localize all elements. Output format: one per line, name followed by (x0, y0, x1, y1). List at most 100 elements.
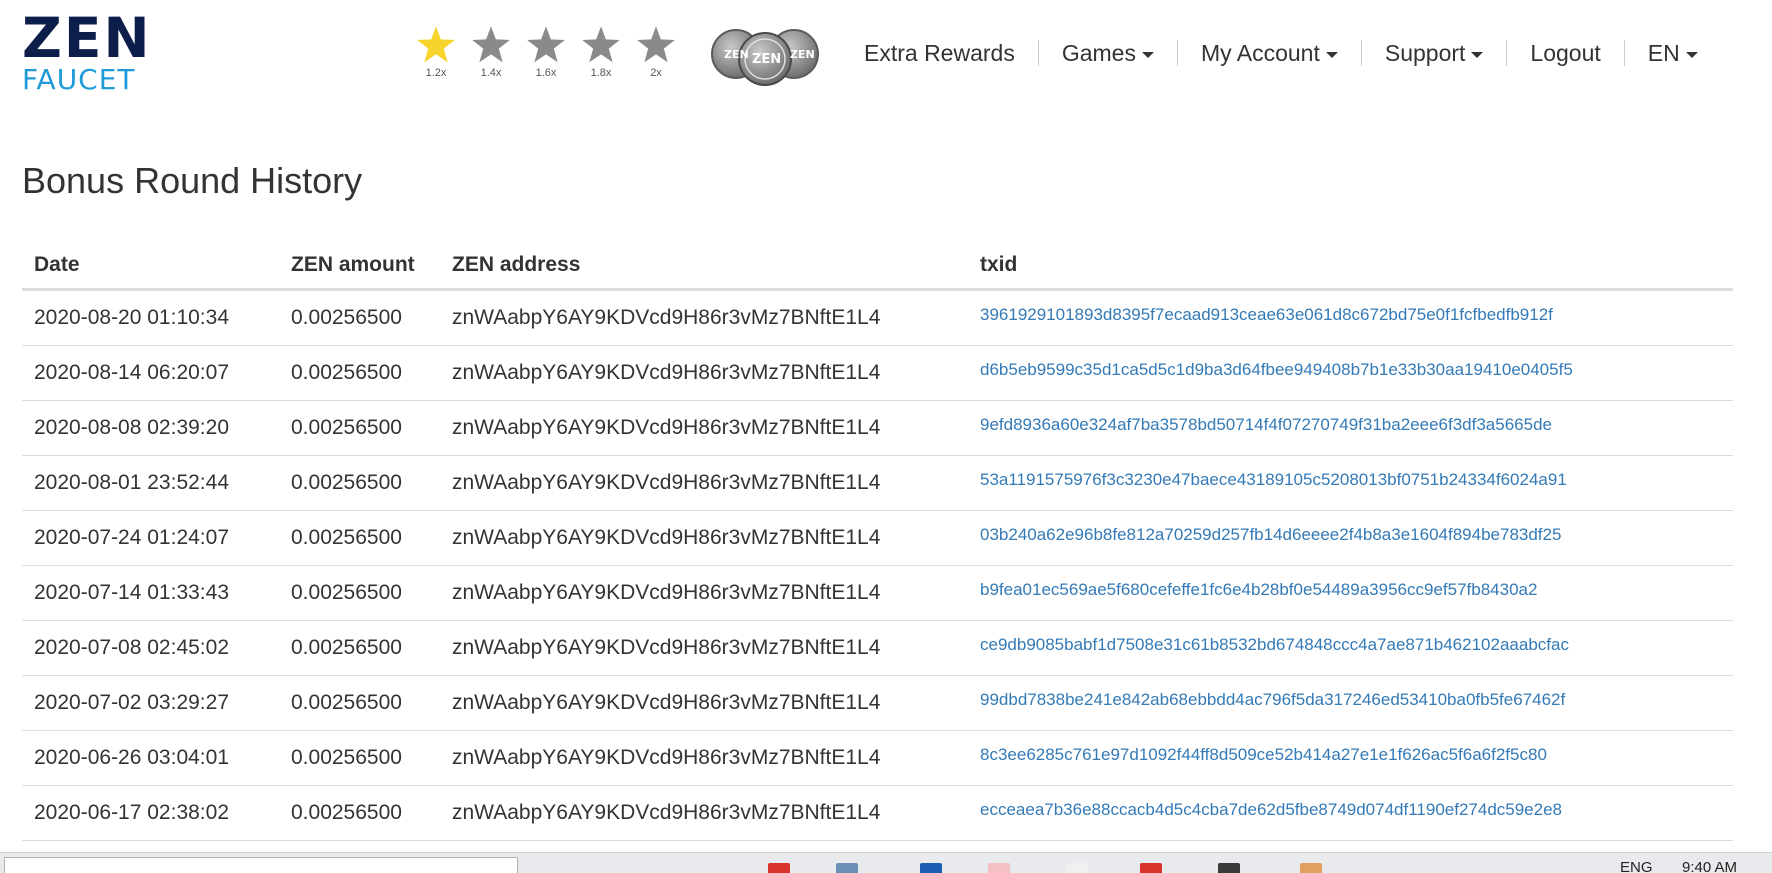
row-txid-cell: 03b240a62e96b8fe812a70259d257fb14d6eeee2… (968, 510, 1733, 566)
row-txid-cell: ce9db9085babf1d7508e31c61b8532bd674848cc… (968, 620, 1733, 676)
txid-link[interactable]: ce9db9085babf1d7508e31c61b8532bd674848cc… (980, 635, 1569, 654)
app-icon[interactable] (836, 863, 858, 873)
nav-language-dropdown[interactable]: EN (1625, 36, 1721, 70)
app-icon[interactable] (920, 863, 942, 873)
app-icon[interactable] (1066, 863, 1088, 873)
row-date: 2020-08-20 01:10:34 (22, 289, 279, 346)
nav-logout[interactable]: Logout (1507, 36, 1623, 70)
caret-down-icon (1325, 51, 1338, 58)
nav-my-account-dropdown[interactable]: My Account (1178, 36, 1361, 70)
txid-link[interactable]: ecceaea7b36e88ccacb4d5c4cba7de62d5fbe874… (980, 800, 1562, 819)
star-icon (637, 26, 675, 63)
row-txid-cell: 53a1191575976f3c3230e47baece43189105c520… (968, 455, 1733, 511)
zen-coins-icon: ZEN ZEN ZEN (710, 28, 820, 86)
star-icon (527, 26, 565, 63)
table-row: 2020-06-17 02:38:02 0.00256500 znWAabpY6AY… (22, 785, 1733, 841)
row-amount: 0.00256500 (279, 565, 440, 621)
txid-link[interactable]: 53a1191575976f3c3230e47baece43189105c520… (980, 470, 1567, 489)
table-row: 2020-06-26 03:04:01 0.00256500 znWAabpY6AY… (22, 730, 1733, 786)
main-nav: Extra Rewards Games My Account Support L… (860, 36, 1721, 70)
table-row: 2020-07-08 02:45:02 0.00256500 znWAabpY6AY… (22, 620, 1733, 676)
taskbar-search-box[interactable] (4, 857, 518, 873)
row-txid-cell: b9fea01ec569ae5f680cefeffe1fc6e4b28bf0e5… (968, 565, 1733, 621)
table-row: 2020-07-14 01:33:43 0.00256500 znWAabpY6AY… (22, 565, 1733, 621)
app-icon[interactable] (988, 863, 1010, 873)
row-address: znWAabpY6AY9KDVcd9H86r3vMz7BNftE1L4 (440, 620, 968, 676)
row-date: 2020-06-17 02:38:02 (22, 785, 279, 841)
table-row: 2020-08-08 02:39:20 0.00256500 znWAabpY6AY… (22, 400, 1733, 456)
nav-extra-rewards-label: Extra Rewards (864, 40, 1015, 66)
nav-logout-label: Logout (1530, 40, 1601, 66)
txid-link[interactable]: 03b240a62e96b8fe812a70259d257fb14d6eeee2… (980, 525, 1561, 544)
zen-faucet-logo[interactable]: ZEN FAUCET (22, 6, 152, 96)
multiplier-label: 2x (650, 67, 662, 79)
row-txid-cell: ecceaea7b36e88ccacb4d5c4cba7de62d5fbe874… (968, 785, 1733, 841)
logo-text-faucet: FAUCET (22, 63, 136, 96)
caret-down-icon (1471, 51, 1484, 58)
row-amount: 0.00256500 (279, 510, 440, 566)
row-date: 2020-08-14 06:20:07 (22, 345, 279, 401)
row-address: znWAabpY6AY9KDVcd9H86r3vMz7BNftE1L4 (440, 785, 968, 841)
app-icon[interactable] (1300, 863, 1322, 873)
table-header-row: Date ZEN amount ZEN address txid (22, 242, 1733, 291)
row-txid-cell: d6b5eb9599c35d1ca5d5c1d9ba3d64fbee949408… (968, 345, 1733, 401)
multiplier-label: 1.8x (590, 67, 612, 79)
row-amount: 0.00256500 (279, 400, 440, 456)
table-row: 2020-07-24 01:24:07 0.00256500 znWAabpY6AY… (22, 510, 1733, 566)
tray-language[interactable]: ENG (1620, 859, 1653, 873)
row-amount: 0.00256500 (279, 289, 440, 346)
row-date: 2020-07-08 02:45:02 (22, 620, 279, 676)
row-address: znWAabpY6AY9KDVcd9H86r3vMz7BNftE1L4 (440, 345, 968, 401)
row-date: 2020-07-14 01:33:43 (22, 565, 279, 621)
txid-link[interactable]: 99dbd7838be241e842ab68ebbdd4ac796f5da317… (980, 690, 1565, 709)
row-address: znWAabpY6AY9KDVcd9H86r3vMz7BNftE1L4 (440, 730, 968, 786)
row-txid-cell: 99dbd7838be241e842ab68ebbdd4ac796f5da317… (968, 675, 1733, 731)
row-amount: 0.00256500 (279, 620, 440, 676)
logo-text-zen: ZEN (22, 6, 152, 70)
os-taskbar: ENG 9:40 AM (0, 852, 1772, 873)
row-address: znWAabpY6AY9KDVcd9H86r3vMz7BNftE1L4 (440, 565, 968, 621)
nav-extra-rewards[interactable]: Extra Rewards (860, 36, 1038, 70)
coin-right-text: ZEN (790, 48, 815, 61)
caret-down-icon (1685, 51, 1698, 58)
row-txid-cell: 3961929101893d8395f7ecaad913ceae63e061d8… (968, 289, 1733, 346)
column-header-amount: ZEN amount (279, 242, 440, 291)
nav-games-dropdown[interactable]: Games (1039, 36, 1177, 70)
txid-link[interactable]: 3961929101893d8395f7ecaad913ceae63e061d8… (980, 305, 1553, 324)
app-icon[interactable] (768, 863, 790, 873)
row-date: 2020-08-08 02:39:20 (22, 400, 279, 456)
star-icon (582, 26, 620, 63)
tray-clock[interactable]: 9:40 AM (1682, 859, 1737, 873)
nav-support-dropdown[interactable]: Support (1362, 36, 1507, 70)
column-header-date: Date (22, 242, 279, 291)
row-amount: 0.00256500 (279, 455, 440, 511)
table-row: 2020-08-14 06:20:07 0.00256500 znWAabpY6AY… (22, 345, 1733, 401)
nav-language-label: EN (1647, 40, 1680, 66)
coin-left-text: ZEN (724, 48, 749, 61)
multiplier-label: 1.2x (425, 67, 447, 79)
row-amount: 0.00256500 (279, 345, 440, 401)
app-icon[interactable] (1218, 863, 1240, 873)
row-address: znWAabpY6AY9KDVcd9H86r3vMz7BNftE1L4 (440, 675, 968, 731)
row-amount: 0.00256500 (279, 675, 440, 731)
table-row: 2020-08-20 01:10:34 0.00256500 znWAabpY6AY… (22, 289, 1733, 346)
txid-link[interactable]: d6b5eb9599c35d1ca5d5c1d9ba3d64fbee949408… (980, 360, 1573, 379)
row-txid-cell: 8c3ee6285c761e97d1092f44ff8d509ce52b414a… (968, 730, 1733, 786)
txid-link[interactable]: b9fea01ec569ae5f680cefeffe1fc6e4b28bf0e5… (980, 580, 1537, 599)
page-title: Bonus Round History (22, 160, 363, 201)
multiplier-star-4: 1.8x (576, 25, 626, 79)
multiplier-label: 1.6x (535, 67, 557, 79)
app-icon[interactable] (1140, 863, 1162, 873)
bonus-history-table: Date ZEN amount ZEN address txid 2020-08… (22, 242, 1733, 841)
column-header-txid: txid (968, 242, 1733, 291)
row-address: znWAabpY6AY9KDVcd9H86r3vMz7BNftE1L4 (440, 510, 968, 566)
txid-link[interactable]: 9efd8936a60e324af7ba3578bd50714f4f072707… (980, 415, 1552, 434)
multiplier-star-1: 1.2x (411, 25, 461, 79)
row-date: 2020-08-01 23:52:44 (22, 455, 279, 511)
multiplier-label: 1.4x (480, 67, 502, 79)
star-icon (417, 26, 455, 63)
row-address: znWAabpY6AY9KDVcd9H86r3vMz7BNftE1L4 (440, 400, 968, 456)
row-date: 2020-07-24 01:24:07 (22, 510, 279, 566)
txid-link[interactable]: 8c3ee6285c761e97d1092f44ff8d509ce52b414a… (980, 745, 1547, 764)
multiplier-star-3: 1.6x (521, 25, 571, 79)
